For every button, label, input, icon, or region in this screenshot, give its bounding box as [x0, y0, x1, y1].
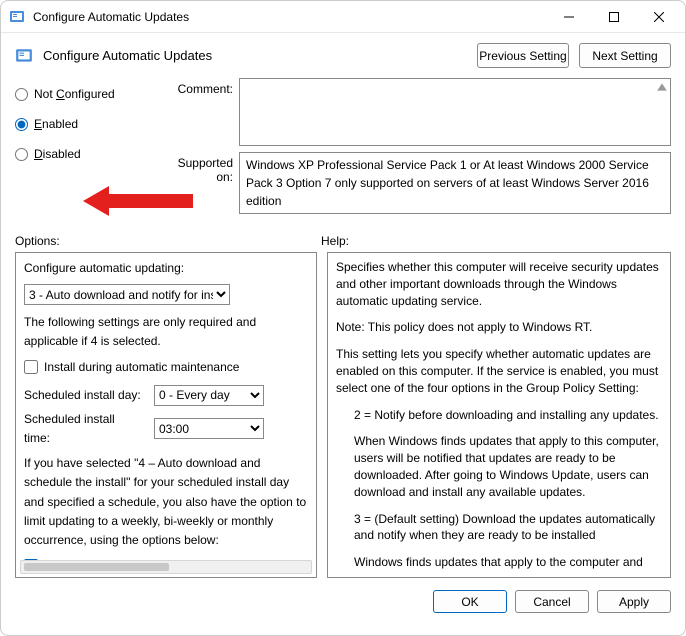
- comment-textarea[interactable]: [239, 78, 671, 146]
- page-title: Configure Automatic Updates: [43, 48, 467, 63]
- help-p6: 3 = (Default setting) Download the updat…: [336, 511, 662, 545]
- radio-enabled-label: Enabled: [34, 117, 78, 131]
- scroll-up-icon[interactable]: [656, 81, 668, 93]
- help-p3: This setting lets you specify whether au…: [336, 346, 662, 396]
- help-p1: Specifies whether this computer will rec…: [336, 259, 662, 309]
- apply-button[interactable]: Apply: [597, 590, 671, 613]
- install-day-select[interactable]: 0 - Every day: [154, 385, 264, 406]
- close-button[interactable]: [636, 2, 681, 32]
- radio-not-configured[interactable]: [15, 88, 28, 101]
- help-p7: Windows finds updates that apply to the …: [336, 554, 662, 571]
- supported-on-text: Windows XP Professional Service Pack 1 o…: [239, 152, 671, 214]
- previous-setting-button[interactable]: Previous Setting: [477, 43, 569, 68]
- cancel-button[interactable]: Cancel: [515, 590, 589, 613]
- maximize-button[interactable]: [591, 2, 636, 32]
- help-p4: 2 = Notify before downloading and instal…: [336, 407, 662, 424]
- help-p2: Note: This policy does not apply to Wind…: [336, 319, 662, 336]
- install-time-label: Scheduled install time:: [24, 410, 144, 448]
- radio-not-configured-label: Not Configured: [34, 87, 115, 101]
- schedule-note: If you have selected "4 – Auto download …: [24, 454, 308, 550]
- minimize-button[interactable]: [546, 2, 591, 32]
- help-label: Help:: [321, 234, 349, 248]
- help-pane: Specifies whether this computer will rec…: [327, 252, 671, 578]
- next-setting-button[interactable]: Next Setting: [579, 43, 671, 68]
- options-label: Options:: [15, 234, 321, 248]
- install-day-label: Scheduled install day:: [24, 386, 144, 405]
- configure-updating-label: Configure automatic updating:: [24, 259, 308, 278]
- required-note: The following settings are only required…: [24, 313, 308, 351]
- ok-button[interactable]: OK: [433, 590, 507, 613]
- supported-on-label: Supported on:: [161, 152, 239, 184]
- configure-updating-select[interactable]: 3 - Auto download and notify for install: [24, 284, 230, 305]
- radio-disabled[interactable]: [15, 148, 28, 161]
- install-maintenance-label: Install during automatic maintenance: [44, 358, 239, 377]
- gpo-icon: [9, 9, 25, 25]
- install-time-select[interactable]: 03:00: [154, 418, 264, 439]
- options-pane: Configure automatic updating: 3 - Auto d…: [15, 252, 317, 578]
- radio-enabled[interactable]: [15, 118, 28, 131]
- window-title: Configure Automatic Updates: [33, 10, 546, 24]
- install-maintenance-checkbox[interactable]: [24, 360, 38, 374]
- radio-disabled-label: Disabled: [34, 147, 81, 161]
- horizontal-scrollbar[interactable]: [20, 560, 312, 574]
- help-p5: When Windows finds updates that apply to…: [336, 433, 662, 500]
- comment-label: Comment:: [161, 78, 239, 96]
- gpo-icon: [15, 47, 33, 65]
